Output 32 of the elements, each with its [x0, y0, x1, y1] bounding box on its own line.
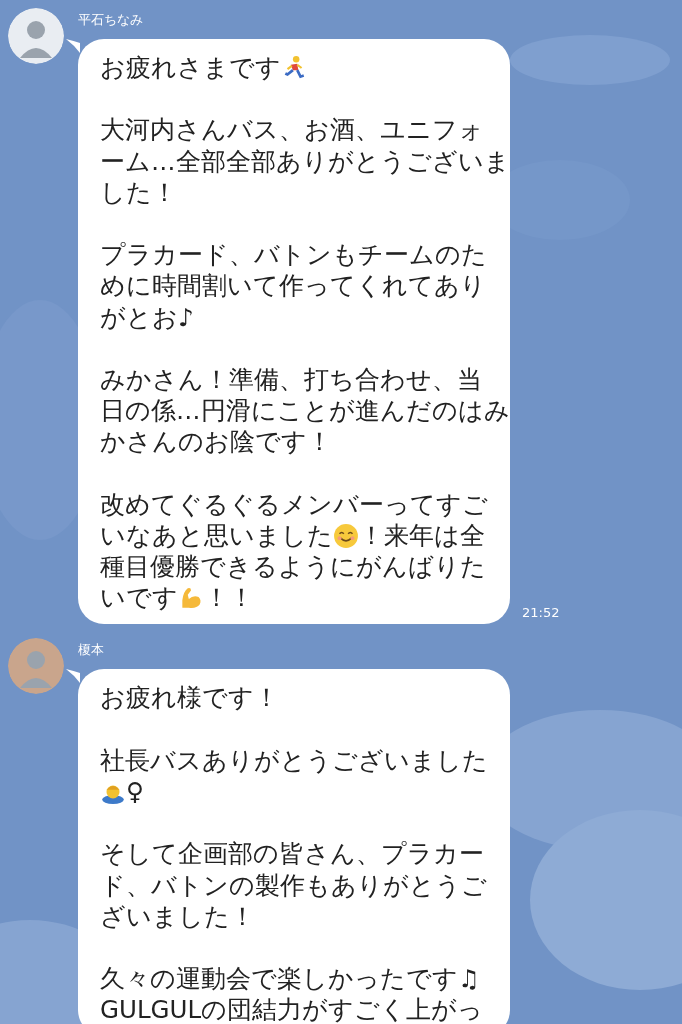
bubble-tail	[66, 39, 80, 53]
message-text: 大河内さんバス、お酒、ユニフォ	[100, 115, 484, 145]
message-text: ！来年は全	[359, 520, 485, 550]
message-text: めに時間割いて作ってくれてあり	[100, 271, 486, 301]
avatar[interactable]	[8, 8, 64, 64]
avatar[interactable]	[8, 638, 64, 695]
message-text: した！	[100, 177, 177, 207]
message-text: いです	[100, 583, 178, 613]
message-text: ♀	[126, 776, 144, 806]
message-text: プラカード、バトンもチームのた	[100, 240, 487, 270]
message-text: そして企画部の皆さん、プラカー	[100, 839, 484, 869]
message-text: がとお♪	[100, 302, 194, 332]
message-text: GULGULの団結力がすごく上がっ	[100, 995, 484, 1024]
message-text: 社長バスありがとうございました	[100, 745, 488, 775]
message-text: 種目優勝できるようにがんばりた	[100, 552, 486, 581]
message-text: お疲れ様です！	[100, 683, 279, 713]
sender-name: 平石ちなみ	[78, 11, 143, 29]
message-text: かさんのお陰です！	[100, 427, 332, 457]
message-text: ド、バトンの製作もありがとうご	[100, 870, 487, 900]
message-text: ざいました！	[100, 901, 255, 931]
message-text: ！！	[204, 583, 254, 613]
sender-name: 榎本	[78, 641, 104, 660]
message-time: 21:52	[522, 605, 560, 621]
smiley-icon	[333, 522, 359, 549]
message-text: みかさん！準備、打ち合わせ、当	[100, 364, 482, 394]
message-text: ーム…全部全部ありがとうございま	[100, 146, 510, 176]
message-text: 日の係…円滑にことが進んだのはみ	[100, 396, 510, 426]
bubble-tail	[66, 669, 80, 684]
message-text: 改めてぐるぐるメンバーってすご	[100, 489, 488, 519]
message-text: いなあと思いました	[100, 520, 333, 550]
message-text: 久々の運動会で楽しかったです♫	[100, 964, 480, 994]
message-text: お疲れさまです	[100, 53, 281, 82]
